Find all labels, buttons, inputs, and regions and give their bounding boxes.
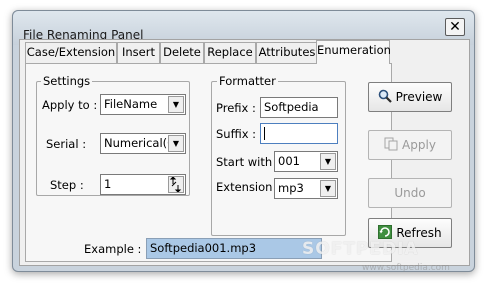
extension-value: mp3 — [278, 181, 304, 195]
preview-button[interactable]: Preview — [368, 82, 452, 112]
step-value: 1 — [104, 177, 112, 191]
apply-to-value: FileName — [104, 97, 158, 111]
apply-to-select[interactable]: FileName ▼ — [100, 94, 186, 115]
preview-label: Preview — [395, 90, 443, 104]
chevron-down-icon[interactable]: ▼ — [320, 153, 336, 170]
example-label: Example : — [84, 242, 142, 256]
serial-select[interactable]: Numerical(00 ▼ — [100, 133, 186, 154]
enumeration-panel: Settings Apply to : FileName ▼ Serial : … — [25, 63, 392, 262]
start-with-select[interactable]: 001 ▼ — [274, 151, 338, 172]
close-button[interactable]: ✕ — [445, 18, 465, 36]
text-caret — [264, 127, 265, 140]
prefix-value: Softpedia — [264, 100, 319, 114]
example-output: Softpedia001.mp3 — [146, 238, 322, 259]
tab-replace[interactable]: Replace — [204, 42, 256, 63]
apply-button[interactable]: Apply — [368, 130, 452, 160]
example-value: Softpedia001.mp3 — [150, 241, 257, 255]
magnifier-icon — [378, 89, 392, 103]
watermark-url: www.softpedia.com — [362, 263, 450, 273]
tab-insert[interactable]: Insert — [117, 42, 160, 63]
start-with-label: Start with : — [216, 155, 280, 169]
chevron-down-icon[interactable]: ▼ — [320, 180, 336, 197]
suffix-label: Suffix : — [216, 127, 257, 141]
undo-label: Undo — [394, 186, 426, 200]
refresh-icon — [378, 225, 393, 239]
tab-attributes[interactable]: Attributes — [256, 42, 318, 63]
apply-icon — [384, 137, 398, 151]
start-with-value: 001 — [278, 154, 300, 168]
extension-select[interactable]: mp3 ▼ — [274, 178, 338, 199]
settings-legend: Settings — [41, 74, 93, 88]
file-renaming-window: File Renaming Panel ✕ Case/Extension Ins… — [12, 10, 475, 273]
chevron-down-icon[interactable]: ▼ — [168, 135, 184, 152]
tab-enumeration[interactable]: Enumeration — [316, 40, 391, 64]
prefix-label: Prefix : — [216, 101, 256, 115]
serial-label: Serial : — [46, 137, 87, 151]
tab-delete[interactable]: Delete — [160, 42, 204, 63]
apply-to-label: Apply to : — [42, 98, 98, 112]
chevron-down-icon[interactable]: ▼ — [168, 96, 184, 113]
undo-button[interactable]: Undo — [368, 178, 452, 208]
tab-case-extension[interactable]: Case/Extension — [25, 42, 117, 63]
spin-arrows-icon — [169, 176, 182, 193]
formatter-legend: Formatter — [217, 74, 278, 88]
suffix-input[interactable] — [260, 123, 338, 144]
prefix-input[interactable]: Softpedia — [260, 97, 338, 118]
client-area: Case/Extension Insert Delete Replace Att… — [19, 39, 470, 273]
watermark-logo: SOFTPEDIA — [302, 239, 419, 259]
step-label: Step : — [50, 178, 84, 192]
apply-label: Apply — [402, 138, 436, 152]
close-icon: ✕ — [449, 19, 461, 35]
step-spin-buttons[interactable] — [168, 176, 184, 193]
extension-label: Extension — [216, 180, 273, 194]
refresh-label: Refresh — [396, 226, 442, 240]
step-spinner[interactable]: 1 — [100, 174, 186, 195]
